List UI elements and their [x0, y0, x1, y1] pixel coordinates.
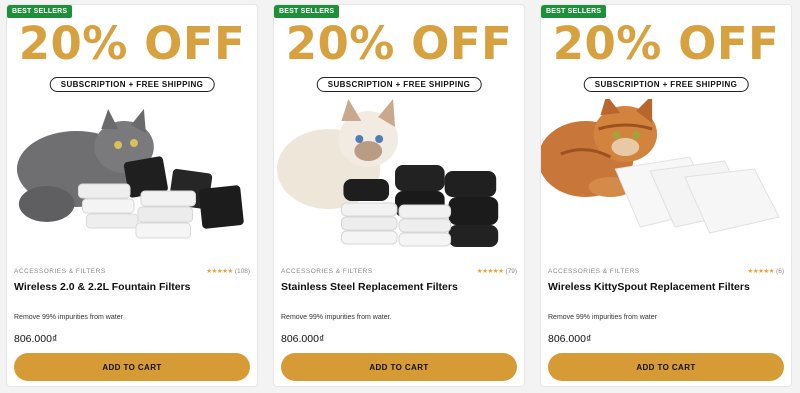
add-to-cart-button[interactable]: ADD TO CART	[548, 353, 784, 381]
product-photo	[541, 99, 780, 234]
product-grid: BEST SELLERS 20% OFF SUBSCRIPTION + FREE…	[6, 4, 792, 387]
star-rating-icon: ★★★★★	[747, 268, 775, 275]
add-to-cart-button[interactable]: ADD TO CART	[14, 353, 250, 381]
product-category: ACCESSORIES & FILTERS	[548, 267, 640, 275]
product-category: ACCESSORIES & FILTERS	[14, 267, 106, 275]
subscription-pill: SUBSCRIPTION + FREE SHIPPING	[316, 77, 482, 92]
star-rating-icon: ★★★★★	[476, 268, 504, 275]
review-count: (6)	[776, 267, 784, 275]
product-card[interactable]: BEST SELLERS 20% OFF SUBSCRIPTION + FREE…	[273, 4, 525, 387]
review-count: (108)	[234, 267, 250, 275]
add-to-cart-button[interactable]: ADD TO CART	[281, 353, 517, 381]
rating[interactable]: ★★★★★ (6)	[747, 267, 784, 276]
product-title[interactable]: Wireless 2.0 & 2.2L Fountain Filters	[14, 281, 250, 293]
product-title[interactable]: Stainless Steel Replacement Filters	[281, 281, 517, 293]
review-count: (79)	[505, 267, 517, 275]
product-price: 806.000₫	[548, 333, 592, 345]
product-price: 806.000₫	[14, 333, 58, 345]
product-photo	[276, 99, 499, 247]
rating[interactable]: ★★★★★ (108)	[206, 267, 250, 276]
product-banner[interactable]: BEST SELLERS 20% OFF SUBSCRIPTION + FREE…	[541, 5, 791, 259]
subscription-pill: SUBSCRIPTION + FREE SHIPPING	[583, 77, 749, 92]
product-card[interactable]: BEST SELLERS 20% OFF SUBSCRIPTION + FREE…	[6, 4, 258, 387]
promo-headline: 20% OFF	[552, 17, 780, 70]
promo-headline: 20% OFF	[18, 17, 246, 70]
promo-headline: 20% OFF	[285, 17, 513, 70]
product-card[interactable]: BEST SELLERS 20% OFF SUBSCRIPTION + FREE…	[540, 4, 792, 387]
star-rating-icon: ★★★★★	[206, 268, 233, 275]
subscription-pill: SUBSCRIPTION + FREE SHIPPING	[49, 77, 215, 92]
product-description: Remove 99% impurities from water	[14, 314, 123, 321]
product-banner[interactable]: BEST SELLERS 20% OFF SUBSCRIPTION + FREE…	[7, 5, 257, 259]
product-category: ACCESSORIES & FILTERS	[281, 267, 373, 275]
product-photo	[16, 109, 244, 239]
product-description: Remove 99% impurities from water.	[281, 314, 392, 321]
product-description: Remove 99% impurities from water	[548, 314, 657, 321]
product-title[interactable]: Wireless KittySpout Replacement Filters	[548, 281, 784, 293]
product-banner[interactable]: BEST SELLERS 20% OFF SUBSCRIPTION + FREE…	[274, 5, 524, 259]
product-price: 806.000₫	[281, 333, 325, 345]
rating[interactable]: ★★★★★ (79)	[476, 267, 517, 276]
